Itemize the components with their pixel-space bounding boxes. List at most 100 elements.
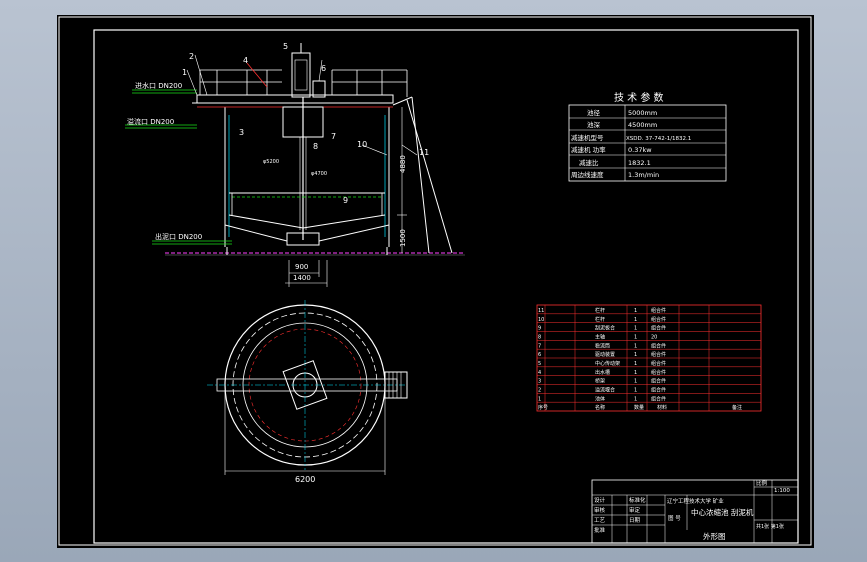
part-no-11: 11 [419, 148, 429, 157]
tech-row-3-value: XSDD. 37-742-1/1832.1 [626, 136, 691, 142]
parts-row-7-qty: 1 [634, 343, 637, 349]
part-no-2: 2 [189, 52, 194, 61]
tech-row-2-value: 4500mm [628, 121, 657, 129]
parts-row-5-name: 中心传动架 [595, 360, 620, 367]
parts-row-4-qty: 1 [634, 370, 637, 376]
tb-scale: 1:100 [774, 488, 790, 494]
tech-row-5-label: 减速比 [579, 158, 599, 167]
parts-row-5-no: 5 [538, 361, 541, 367]
parts-row-8-no: 8 [538, 335, 541, 341]
cad-drawing: 进水口 DN200 溢流口 DN200 出泥口 DN200 1 2 3 4 5 … [58, 16, 812, 546]
tb-label-approve: 批准 [594, 526, 606, 534]
tb-label-standard: 标准化 [629, 496, 646, 504]
parts-row-5-material: 组合件 [651, 360, 666, 367]
plan-view [207, 300, 408, 475]
parts-row-10-material: 组合件 [651, 316, 666, 323]
part-no-3: 3 [239, 128, 244, 137]
part-no-5: 5 [283, 42, 288, 51]
tb-scale-label: 比例 [756, 479, 768, 487]
tb-label-process: 工艺 [594, 517, 606, 524]
parts-row-4-no: 4 [538, 370, 541, 376]
parts-header-0: 序号 [538, 404, 548, 411]
parts-row-6-no: 6 [538, 352, 541, 358]
outer-border [58, 16, 812, 546]
dim-phi1: φ5200 [263, 159, 279, 165]
tech-row-1-value: 5000mm [628, 109, 657, 117]
parts-row-2-no: 2 [538, 388, 541, 394]
part-no-7: 7 [331, 132, 336, 141]
parts-row-6-name: 驱动装置 [595, 351, 615, 358]
parts-header-1: 名称 [595, 404, 605, 411]
parts-row-1-name: 池体 [595, 395, 605, 402]
parts-row-3-qty: 1 [634, 379, 637, 385]
parts-row-2-qty: 1 [634, 388, 637, 394]
tech-row-4-value: 0.37kw [628, 146, 652, 154]
tech-row-3-label: 减速机型号 [571, 133, 604, 142]
parts-row-11-material: 组合件 [651, 307, 666, 314]
tb-label-check: 审定 [629, 506, 641, 514]
dim-height: 4880 [399, 155, 407, 173]
part-no-1: 1 [182, 68, 187, 77]
parts-row-7-material: 组合件 [651, 342, 666, 349]
parts-row-2-material: 组合件 [651, 387, 666, 394]
parts-row-7-no: 7 [538, 343, 541, 349]
dim-low-height: 1500 [399, 229, 407, 247]
parts-row-10-qty: 1 [634, 317, 637, 323]
parts-row-9-no: 9 [538, 326, 541, 332]
part-no-6: 6 [321, 64, 326, 73]
parts-row-6-material: 组合件 [651, 351, 666, 358]
tb-title-line1: 中心浓缩池 刮泥机 [691, 507, 754, 517]
parts-row-9-material: 组合件 [651, 325, 666, 332]
tb-label-design: 设计 [594, 496, 606, 504]
dim-phi2: φ4700 [311, 171, 327, 177]
parts-row-9-qty: 1 [634, 326, 637, 332]
dim-900: 900 [295, 263, 308, 271]
parts-header-2: 数量 [634, 404, 644, 411]
tech-row-6-value: 1.3m/min [628, 171, 659, 179]
tech-params-title: 技 术 参 数 [614, 91, 664, 104]
part-no-10: 10 [357, 140, 367, 149]
parts-row-3-material: 组合件 [651, 378, 666, 385]
parts-row-11-no: 11 [538, 308, 544, 314]
tb-mark: 图 号 [668, 514, 681, 522]
parts-row-3-no: 3 [538, 379, 541, 385]
outlet-label: 出泥口 DN200 [155, 232, 202, 241]
parts-row-11-qty: 1 [634, 308, 637, 314]
parts-row-6-qty: 1 [634, 352, 637, 358]
cad-canvas[interactable]: 进水口 DN200 溢流口 DN200 出泥口 DN200 1 2 3 4 5 … [57, 15, 814, 548]
tb-sheet: 共1张 第1张 [756, 523, 784, 530]
parts-row-8-qty: 1 [634, 335, 637, 341]
tech-row-4-label: 减速机 功率 [571, 145, 606, 154]
parts-row-10-no: 10 [538, 317, 544, 323]
part-no-8: 8 [313, 142, 318, 151]
tb-school: 辽宁工程技术大学 矿业 [667, 497, 724, 505]
tb-title-line2: 外形图 [703, 531, 726, 541]
parts-header-4: 备注 [732, 404, 742, 411]
tech-row-6-label: 周边线速度 [571, 170, 604, 179]
parts-row-8-name: 主轴 [595, 334, 605, 341]
tb-label-review: 审核 [594, 506, 606, 514]
parts-row-1-no: 1 [538, 396, 541, 402]
elevation-view [125, 43, 465, 287]
parts-row-5-qty: 1 [634, 361, 637, 367]
parts-row-4-material: 组合件 [651, 369, 666, 376]
tech-row-2-label: 池深 [587, 120, 601, 129]
parts-row-10-name: 栏杆 [595, 316, 605, 323]
parts-row-11-name: 栏杆 [595, 307, 605, 314]
tech-row-1-label: 池径 [587, 108, 601, 117]
parts-row-8-material: 20 [651, 335, 657, 341]
parts-list [536, 304, 762, 412]
tb-label-date: 日期 [629, 517, 641, 524]
parts-row-3-name: 桥架 [595, 378, 605, 385]
part-no-9: 9 [343, 196, 348, 205]
parts-row-1-material: 组合件 [651, 395, 666, 402]
parts-row-1-qty: 1 [634, 396, 637, 402]
overflow-label: 溢流口 DN200 [127, 117, 174, 126]
dim-1400: 1400 [293, 274, 311, 282]
tech-row-5-value: 1832.1 [628, 159, 651, 167]
parts-row-2-name: 溢流堰合 [595, 387, 615, 394]
parts-row-9-name: 刮泥板合 [595, 325, 615, 332]
dim-plan-diameter: 6200 [295, 475, 315, 484]
parts-header-3: 材料 [657, 404, 667, 411]
parts-row-4-name: 出水槽 [595, 369, 610, 376]
